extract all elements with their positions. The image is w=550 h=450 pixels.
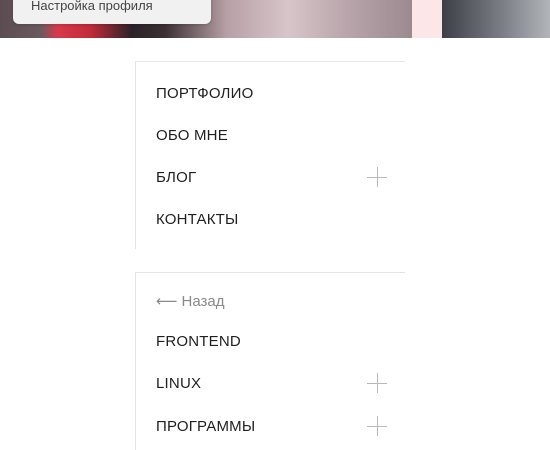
menu-item-label: LINUX — [156, 374, 202, 392]
menu-item-label: FRONTEND — [156, 332, 241, 350]
plus-icon[interactable] — [367, 167, 387, 187]
menu-item-label: ОБО МНЕ — [156, 126, 228, 144]
plus-icon[interactable] — [367, 416, 387, 436]
page: Настройка профиля ПОРТФОЛИО ОБО МНЕ БЛОГ… — [0, 0, 550, 450]
back-link-label: Назад — [181, 292, 225, 310]
hero-image-secondary — [442, 0, 550, 38]
menu-item-label: БЛОГ — [156, 168, 197, 186]
main-menu: ПОРТФОЛИО ОБО МНЕ БЛОГ КОНТАКТЫ — [135, 61, 405, 249]
menu-item-portfolio[interactable]: ПОРТФОЛИО — [156, 72, 387, 114]
hero-image-divider — [412, 0, 442, 38]
hero-image-strip: Настройка профиля — [0, 0, 550, 38]
hero-caption[interactable]: Настройка профиля — [13, 0, 211, 24]
menu-item-label: ПРОГРАММЫ — [156, 417, 256, 435]
blog-submenu: ⟵ Назад FRONTEND LINUX ПРОГРАММЫ — [135, 272, 405, 450]
menu-item-label: ПОРТФОЛИО — [156, 84, 254, 102]
submenu-item-linux[interactable]: LINUX — [156, 362, 387, 404]
menu-item-contacts[interactable]: КОНТАКТЫ — [156, 198, 387, 240]
submenu-item-frontend[interactable]: FRONTEND — [156, 320, 387, 362]
back-link[interactable]: ⟵ Назад — [156, 290, 225, 312]
menu-item-about[interactable]: ОБО МНЕ — [156, 114, 387, 156]
menu-item-label: КОНТАКТЫ — [156, 210, 239, 228]
menu-item-blog[interactable]: БЛОГ — [156, 156, 387, 198]
arrow-left-icon: ⟵ — [156, 293, 178, 310]
submenu-item-programs[interactable]: ПРОГРАММЫ — [156, 405, 387, 447]
plus-icon[interactable] — [367, 373, 387, 393]
